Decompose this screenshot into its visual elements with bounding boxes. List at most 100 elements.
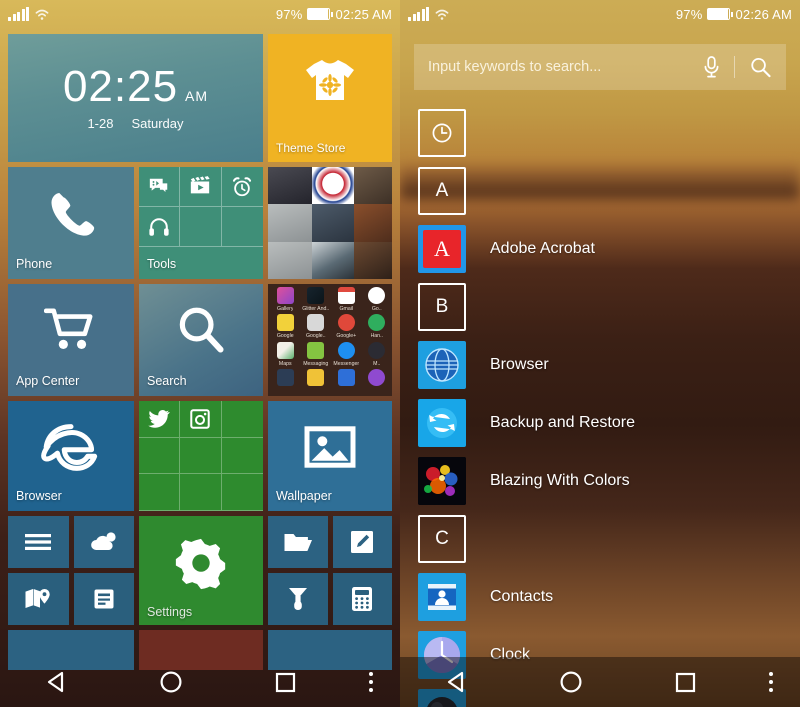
tile-search-label: Search (147, 374, 187, 389)
social-sub-empty-3[interactable] (180, 437, 222, 475)
app-icon (368, 314, 386, 332)
instagram-icon (190, 409, 211, 429)
wifi-icon (35, 9, 49, 20)
app-icon (276, 314, 294, 332)
alarm-clock-icon (233, 176, 252, 196)
social-sub-instagram[interactable] (180, 401, 222, 438)
nav-recents-button[interactable] (228, 672, 342, 693)
nav-overflow-button[interactable] (342, 672, 400, 692)
app-label: Blazing With Colors (490, 472, 630, 489)
social-sub-empty-4[interactable] (221, 438, 263, 475)
social-sub-empty-1[interactable] (221, 401, 263, 438)
tile-tools-label: Tools (147, 257, 177, 272)
picture-icon (304, 426, 356, 468)
battery-icon (707, 8, 734, 20)
tile-social[interactable] (139, 401, 263, 511)
tile-theme-store[interactable]: Theme Store (268, 34, 392, 162)
app-list-item-backup-and-restore[interactable]: Backup and Restore (400, 394, 800, 452)
app-list-recent-header[interactable] (400, 104, 800, 162)
home-circle-icon (560, 671, 582, 693)
nav-back-button[interactable] (400, 671, 514, 693)
tile-phone-label: Phone (16, 257, 53, 272)
tile-photo-gallery[interactable] (268, 167, 392, 279)
tile-clock-widget[interactable]: 02:25 AM 1-28 Saturday (8, 34, 263, 162)
chat-bubble-icon (149, 178, 168, 192)
mini-tile-calculator[interactable] (332, 573, 392, 625)
tile-app-center[interactable]: App Center (8, 284, 134, 396)
status-bar-right: 97% 02:26 AM (400, 0, 800, 28)
drawer-app: Google (270, 314, 301, 341)
mini-tile-weather[interactable] (73, 516, 134, 568)
mini-tile-file-manager[interactable] (268, 516, 328, 568)
tools-sub-chat[interactable] (139, 167, 181, 207)
app-label: Messaging (303, 360, 329, 367)
microphone-icon[interactable] (703, 55, 720, 79)
left-screen-home-launcher: 97% 02:25 AM 02:25 AM 1-28 Saturday Them… (0, 0, 400, 707)
blazing-colors-icon (418, 457, 466, 505)
tile-search[interactable]: Search (139, 284, 263, 396)
nav-overflow-button[interactable] (742, 672, 800, 692)
drawer-app: Google.. (301, 314, 332, 341)
mini-tile-notes[interactable] (73, 573, 134, 625)
section-letter: B (418, 283, 466, 331)
dual-screenshot: 97% 02:25 AM 02:25 AM 1-28 Saturday Them… (0, 0, 800, 707)
social-sub-empty-5[interactable] (139, 474, 181, 511)
clock-ampm: AM (185, 88, 209, 104)
back-triangle-icon (47, 671, 64, 693)
app-icon (276, 341, 294, 359)
mini-tile-maps[interactable] (8, 573, 69, 625)
movie-clapper-icon (191, 175, 211, 193)
nav-home-button[interactable] (514, 670, 628, 694)
nav-home-button[interactable] (114, 670, 228, 694)
social-sub-empty-6[interactable] (180, 474, 222, 511)
tile-app-drawer-preview[interactable]: Gallery Glitter And.. Gmail Go.. Google … (268, 284, 392, 396)
nav-recents-button[interactable] (628, 672, 742, 693)
mini-tile-memo[interactable] (332, 516, 392, 568)
browser-globe-icon (418, 341, 466, 389)
social-sub-empty-2[interactable] (139, 437, 181, 475)
search-bar[interactable]: Input keywords to search... (414, 44, 786, 90)
tools-sub-alarm[interactable] (221, 167, 263, 207)
mini-tiles-right (268, 516, 392, 625)
drawer-app: Gmail (331, 287, 362, 314)
mini-tile-menu[interactable] (8, 516, 69, 568)
tile-wallpaper[interactable]: Wallpaper (268, 401, 392, 511)
tile-phone[interactable]: Phone (8, 167, 134, 279)
app-list-item-blazing-with-colors[interactable]: Blazing With Colors (400, 452, 800, 510)
app-icon (307, 287, 325, 304)
app-list-item-adobe-acrobat[interactable]: A Adobe Acrobat (400, 220, 800, 278)
tools-sub-video[interactable] (180, 167, 222, 207)
social-sub-empty-7[interactable] (221, 474, 263, 511)
search-input-placeholder[interactable]: Input keywords to search... (428, 59, 703, 75)
photo-thumb (268, 241, 312, 279)
mini-tile-flashlight[interactable] (268, 573, 328, 625)
tools-sub-empty-2[interactable] (221, 207, 263, 247)
tile-tools[interactable]: Tools (139, 167, 263, 279)
tile-row-4: Browser Wallpaper (8, 401, 392, 511)
app-list-item-browser[interactable]: Browser (400, 336, 800, 394)
tile-browser[interactable]: Browser (8, 401, 134, 511)
tile-theme-store-label: Theme Store (276, 140, 346, 155)
social-sub-twitter[interactable] (139, 401, 181, 438)
app-icon (368, 287, 386, 304)
app-label: Google (276, 333, 294, 340)
drawer-app: Maps (270, 341, 301, 369)
tools-sub-empty-1[interactable] (180, 207, 222, 247)
drawer-app (362, 368, 393, 396)
tile-app-center-label: App Center (16, 374, 80, 389)
magnifier-icon[interactable] (749, 56, 772, 79)
app-icon (276, 287, 294, 304)
battery-percent-left: 97% (275, 6, 303, 22)
app-list-item-contacts[interactable]: Contacts (400, 568, 800, 626)
section-header-b: B (400, 278, 800, 336)
nav-back-button[interactable] (0, 671, 114, 693)
drawer-app: Messenger (331, 341, 362, 369)
status-time-right: 02:26 AM (735, 6, 792, 22)
tools-sub-music[interactable] (139, 207, 181, 247)
flashlight-icon (288, 588, 307, 610)
app-icon (337, 368, 355, 386)
photo-collage (268, 167, 392, 279)
right-screen-app-drawer: 97% 02:26 AM Input keywords to search... (400, 0, 800, 707)
tile-settings[interactable]: Settings (139, 516, 263, 625)
headphones-icon (149, 217, 169, 236)
